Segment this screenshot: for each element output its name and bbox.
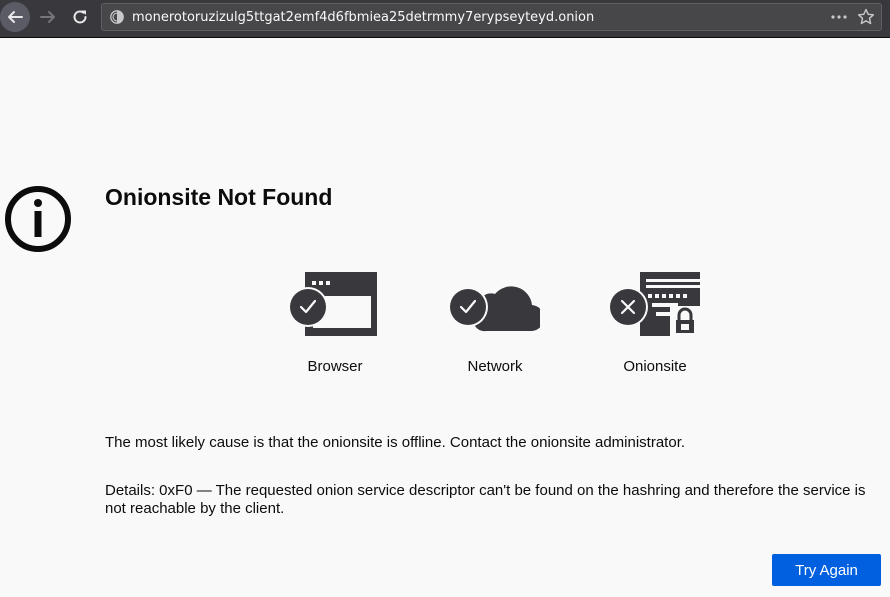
info-icon	[5, 186, 71, 252]
page-title: Onionsite Not Found	[105, 184, 333, 210]
reload-icon	[73, 10, 87, 24]
status-label-browser: Browser	[307, 358, 363, 375]
status-onionsite: Onionsite	[590, 270, 720, 375]
back-button[interactable]	[0, 2, 30, 32]
browser-window-icon	[290, 272, 377, 336]
back-arrow-icon	[8, 11, 23, 23]
url-text[interactable]: monerotoruzizulg5ttgat2emf4d6fbmiea25det…	[132, 10, 594, 25]
star-icon[interactable]	[857, 8, 875, 26]
forward-button[interactable]	[33, 2, 63, 32]
error-details-text: Details: 0xF0 — The requested onion serv…	[105, 482, 866, 517]
address-bar[interactable]: monerotoruzizulg5ttgat2emf4d6fbmiea25det…	[101, 3, 882, 31]
ellipsis-icon[interactable]	[830, 8, 848, 26]
reload-button[interactable]	[65, 2, 95, 32]
cloud-network-icon	[450, 286, 540, 332]
status-label-network: Network	[467, 358, 523, 375]
status-label-onionsite: Onionsite	[623, 358, 687, 375]
onion-identity-icon[interactable]	[110, 10, 124, 24]
forward-arrow-icon	[40, 11, 55, 23]
error-cause-text: The most likely cause is that the onions…	[105, 434, 686, 451]
status-network: Network	[430, 270, 560, 375]
try-again-button[interactable]: Try Again	[772, 554, 881, 586]
browser-toolbar: monerotoruzizulg5ttgat2emf4d6fbmiea25det…	[0, 0, 890, 38]
onion-server-icon	[610, 272, 700, 338]
status-browser: Browser	[270, 270, 400, 375]
